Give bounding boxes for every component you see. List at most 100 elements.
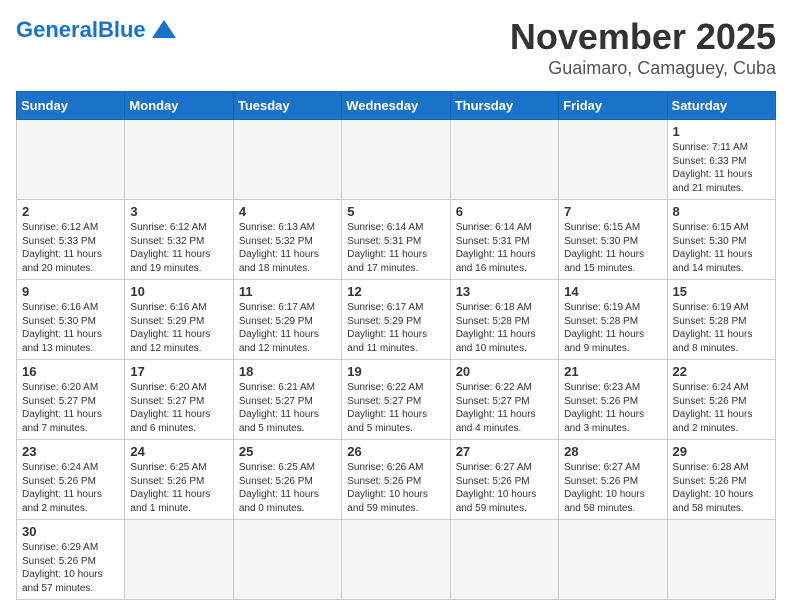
location-title: Guaimaro, Camaguey, Cuba [510, 58, 776, 79]
day-info: Sunrise: 6:25 AM Sunset: 5:26 PM Dayligh… [130, 461, 227, 515]
day-number: 10 [130, 284, 227, 299]
calendar-header-sunday: Sunday [17, 92, 125, 120]
calendar-cell: 19Sunrise: 6:22 AM Sunset: 5:27 PM Dayli… [342, 360, 450, 440]
day-number: 26 [347, 444, 444, 459]
logo-icon [150, 16, 178, 44]
calendar-cell [342, 120, 450, 200]
day-info: Sunrise: 6:17 AM Sunset: 5:29 PM Dayligh… [347, 301, 444, 355]
day-number: 11 [239, 284, 336, 299]
day-number: 12 [347, 284, 444, 299]
calendar-cell [342, 520, 450, 600]
day-number: 17 [130, 364, 227, 379]
day-info: Sunrise: 6:27 AM Sunset: 5:26 PM Dayligh… [564, 461, 661, 515]
day-info: Sunrise: 6:24 AM Sunset: 5:26 PM Dayligh… [22, 461, 119, 515]
day-number: 3 [130, 204, 227, 219]
day-number: 6 [456, 204, 553, 219]
calendar-cell: 16 Sunrise: 6:20 AM Sunset: 5:27 PM Dayli… [17, 360, 125, 440]
day-number: 23 [22, 444, 119, 459]
title-area: November 2025 Guaimaro, Camaguey, Cuba [510, 16, 776, 79]
calendar-cell: 29Sunrise: 6:28 AM Sunset: 5:26 PM Dayli… [667, 440, 775, 520]
day-number: 4 [239, 204, 336, 219]
calendar-week-row: 1 Sunrise: 7:11 AM Sunset: 6:33 PM Daylig… [17, 120, 776, 200]
day-info: Sunrise: 6:22 AM Sunset: 5:27 PM Dayligh… [456, 381, 553, 435]
day-info: Sunrise: 6:27 AM Sunset: 5:26 PM Dayligh… [456, 461, 553, 515]
day-info: Sunrise: 6:21 AM Sunset: 5:27 PM Dayligh… [239, 381, 336, 435]
calendar-cell: 17Sunrise: 6:20 AM Sunset: 5:27 PM Dayli… [125, 360, 233, 440]
day-info: Sunrise: 6:24 AM Sunset: 5:26 PM Dayligh… [673, 381, 770, 435]
calendar-cell: 12 Sunrise: 6:17 AM Sunset: 5:29 PM Dayli… [342, 280, 450, 360]
day-number: 16 [22, 364, 119, 379]
calendar-cell: 23 Sunrise: 6:24 AM Sunset: 5:26 PM Dayli… [17, 440, 125, 520]
day-info: Sunrise: 6:14 AM Sunset: 5:31 PM Dayligh… [456, 221, 553, 275]
logo: GeneralBlue [16, 16, 178, 44]
day-info: Sunrise: 7:11 AM Sunset: 6:33 PM Dayligh… [673, 141, 770, 195]
day-info: Sunrise: 6:25 AM Sunset: 5:26 PM Dayligh… [239, 461, 336, 515]
day-info: Sunrise: 6:16 AM Sunset: 5:30 PM Dayligh… [22, 301, 119, 355]
calendar-cell [667, 520, 775, 600]
calendar-cell: 13Sunrise: 6:18 AM Sunset: 5:28 PM Dayli… [450, 280, 558, 360]
day-number: 14 [564, 284, 661, 299]
day-number: 7 [564, 204, 661, 219]
calendar-cell: 4 Sunrise: 6:13 AM Sunset: 5:32 PM Daylig… [233, 200, 341, 280]
calendar-cell: 18 Sunrise: 6:21 AM Sunset: 5:27 PM Dayli… [233, 360, 341, 440]
day-number: 24 [130, 444, 227, 459]
page-header: GeneralBlue November 2025 Guaimaro, Cama… [16, 16, 776, 79]
calendar-cell: 11Sunrise: 6:17 AM Sunset: 5:29 PM Dayli… [233, 280, 341, 360]
calendar-week-row: 23 Sunrise: 6:24 AM Sunset: 5:26 PM Dayli… [17, 440, 776, 520]
day-info: Sunrise: 6:20 AM Sunset: 5:27 PM Dayligh… [22, 381, 119, 435]
day-number: 1 [673, 124, 770, 139]
day-number: 2 [22, 204, 119, 219]
calendar-cell: 24 Sunrise: 6:25 AM Sunset: 5:26 PM Dayli… [125, 440, 233, 520]
calendar-header-tuesday: Tuesday [233, 92, 341, 120]
calendar-cell: 14 Sunrise: 6:19 AM Sunset: 5:28 PM Dayli… [559, 280, 667, 360]
calendar-cell [17, 120, 125, 200]
calendar-cell: 10Sunrise: 6:16 AM Sunset: 5:29 PM Dayli… [125, 280, 233, 360]
calendar-cell [450, 520, 558, 600]
calendar-cell [450, 120, 558, 200]
day-number: 22 [673, 364, 770, 379]
calendar-cell: 1 Sunrise: 7:11 AM Sunset: 6:33 PM Daylig… [667, 120, 775, 200]
calendar-header-thursday: Thursday [450, 92, 558, 120]
day-number: 25 [239, 444, 336, 459]
calendar-cell [125, 120, 233, 200]
calendar-cell: 3 Sunrise: 6:12 AM Sunset: 5:32 PM Daylig… [125, 200, 233, 280]
calendar-cell: 20Sunrise: 6:22 AM Sunset: 5:27 PM Dayli… [450, 360, 558, 440]
day-info: Sunrise: 6:22 AM Sunset: 5:27 PM Dayligh… [347, 381, 444, 435]
calendar-cell: 25 Sunrise: 6:25 AM Sunset: 5:26 PM Dayli… [233, 440, 341, 520]
calendar-week-row: 9Sunrise: 6:16 AM Sunset: 5:30 PM Daylig… [17, 280, 776, 360]
calendar-header-saturday: Saturday [667, 92, 775, 120]
calendar-header-row: SundayMondayTuesdayWednesdayThursdayFrid… [17, 92, 776, 120]
calendar-week-row: 16 Sunrise: 6:20 AM Sunset: 5:27 PM Dayli… [17, 360, 776, 440]
day-number: 13 [456, 284, 553, 299]
day-number: 18 [239, 364, 336, 379]
calendar-week-row: 30Sunrise: 6:29 AM Sunset: 5:26 PM Dayli… [17, 520, 776, 600]
calendar-cell: 22 Sunrise: 6:24 AM Sunset: 5:26 PM Dayli… [667, 360, 775, 440]
day-info: Sunrise: 6:13 AM Sunset: 5:32 PM Dayligh… [239, 221, 336, 275]
calendar-cell [125, 520, 233, 600]
calendar-cell: 8 Sunrise: 6:15 AM Sunset: 5:30 PM Daylig… [667, 200, 775, 280]
day-info: Sunrise: 6:15 AM Sunset: 5:30 PM Dayligh… [673, 221, 770, 275]
day-number: 8 [673, 204, 770, 219]
calendar-header-wednesday: Wednesday [342, 92, 450, 120]
day-number: 15 [673, 284, 770, 299]
day-number: 21 [564, 364, 661, 379]
calendar-cell: 27Sunrise: 6:27 AM Sunset: 5:26 PM Dayli… [450, 440, 558, 520]
calendar-cell: 15Sunrise: 6:19 AM Sunset: 5:28 PM Dayli… [667, 280, 775, 360]
day-info: Sunrise: 6:26 AM Sunset: 5:26 PM Dayligh… [347, 461, 444, 515]
day-info: Sunrise: 6:12 AM Sunset: 5:33 PM Dayligh… [22, 221, 119, 275]
logo-general: General [16, 17, 98, 42]
calendar-header-monday: Monday [125, 92, 233, 120]
day-info: Sunrise: 6:19 AM Sunset: 5:28 PM Dayligh… [564, 301, 661, 355]
calendar-cell: 21 Sunrise: 6:23 AM Sunset: 5:26 PM Dayli… [559, 360, 667, 440]
calendar-cell: 2 Sunrise: 6:12 AM Sunset: 5:33 PM Daylig… [17, 200, 125, 280]
calendar-cell: 6 Sunrise: 6:14 AM Sunset: 5:31 PM Daylig… [450, 200, 558, 280]
day-info: Sunrise: 6:29 AM Sunset: 5:26 PM Dayligh… [22, 541, 119, 595]
calendar-cell: 26 Sunrise: 6:26 AM Sunset: 5:26 PM Dayli… [342, 440, 450, 520]
day-info: Sunrise: 6:23 AM Sunset: 5:26 PM Dayligh… [564, 381, 661, 435]
calendar-cell: 9Sunrise: 6:16 AM Sunset: 5:30 PM Daylig… [17, 280, 125, 360]
calendar-header-friday: Friday [559, 92, 667, 120]
day-info: Sunrise: 6:28 AM Sunset: 5:26 PM Dayligh… [673, 461, 770, 515]
calendar-week-row: 2 Sunrise: 6:12 AM Sunset: 5:33 PM Daylig… [17, 200, 776, 280]
day-info: Sunrise: 6:12 AM Sunset: 5:32 PM Dayligh… [130, 221, 227, 275]
calendar-cell: 5Sunrise: 6:14 AM Sunset: 5:31 PM Daylig… [342, 200, 450, 280]
